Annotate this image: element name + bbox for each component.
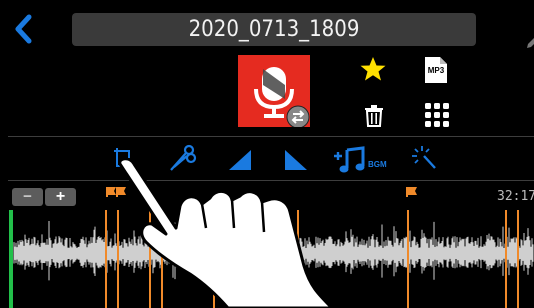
bgm-label: BGM	[368, 160, 387, 169]
microphone-replace-icon	[254, 67, 310, 129]
favorite-button[interactable]	[360, 56, 386, 82]
marker-flag-icon[interactable]	[106, 187, 116, 197]
back-button[interactable]	[12, 14, 36, 44]
star-icon	[360, 57, 386, 81]
marker-flag-icon[interactable]	[406, 187, 417, 197]
pencil-icon[interactable]	[524, 33, 534, 51]
magic-wand-icon	[412, 146, 436, 169]
mp3-convert-button[interactable]: MP3	[424, 56, 448, 84]
delete-button[interactable]	[364, 105, 384, 127]
add-bgm-button[interactable]: BGM	[332, 142, 394, 174]
playhead[interactable]	[9, 210, 13, 308]
file-name-field[interactable]: 2020_0713_1809	[72, 13, 534, 48]
hand-gesture-icon	[118, 158, 334, 308]
toolbar-divider-top	[8, 136, 534, 137]
trash-icon	[365, 105, 383, 127]
file-name: 2020_0713_1809	[188, 17, 360, 42]
effect-button[interactable]	[410, 142, 438, 174]
music-note-add-icon	[334, 146, 365, 173]
mp3-label: MP3	[427, 66, 445, 75]
grid-menu-icon	[425, 103, 449, 127]
chevron-left-icon	[15, 14, 32, 44]
microphone-replace-button[interactable]	[238, 55, 310, 129]
menu-button[interactable]	[425, 103, 449, 127]
time-display: 32:17	[497, 189, 534, 204]
